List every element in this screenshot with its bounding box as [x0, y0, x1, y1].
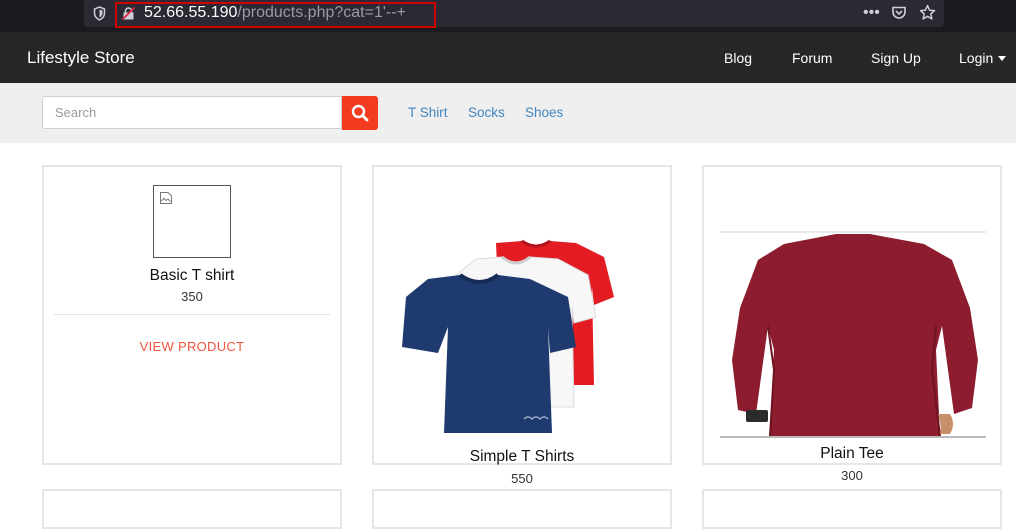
- tshirts-stack-image[interactable]: [398, 235, 648, 437]
- product-name[interactable]: Basic T shirt: [44, 267, 340, 285]
- category-socks[interactable]: Socks: [468, 105, 505, 121]
- product-card: [702, 489, 1002, 529]
- broken-image-icon: [153, 185, 231, 258]
- browser-toolbar: 52.66.55.190/products.php?cat=1'--+ •••: [0, 0, 1016, 32]
- search-button[interactable]: [342, 96, 378, 130]
- more-icon[interactable]: •••: [863, 4, 880, 22]
- site-navbar: Lifestyle Store Blog Forum Sign Up Login: [0, 32, 1016, 83]
- pocket-icon[interactable]: [891, 5, 907, 26]
- product-price: 300: [841, 468, 863, 483]
- shield-icon[interactable]: [93, 6, 106, 21]
- product-card: Simple T Shirts 550: [372, 165, 672, 486]
- product-price: 550: [511, 471, 533, 486]
- url-text[interactable]: 52.66.55.190/products.php?cat=1'--+: [144, 4, 406, 22]
- search-icon: [351, 104, 369, 122]
- lock-warning-icon[interactable]: [121, 6, 136, 21]
- product-card: Basic T shirt 350 VIEW PRODUCT: [42, 165, 342, 465]
- product-card: Plain Tee 300: [702, 165, 1002, 483]
- url-path: /products.php?cat=1'--+: [237, 4, 406, 21]
- product-name[interactable]: Plain Tee: [704, 445, 1000, 463]
- product-price: 350: [181, 289, 203, 304]
- category-shoes[interactable]: Shoes: [525, 105, 563, 121]
- star-icon[interactable]: [919, 4, 936, 26]
- nav-forum[interactable]: Forum: [792, 50, 832, 66]
- product-card: [42, 489, 342, 529]
- search-input[interactable]: [42, 96, 342, 129]
- nav-login-label: Login: [959, 50, 994, 66]
- product-name[interactable]: Simple T Shirts: [374, 448, 670, 466]
- nav-sign-up[interactable]: Sign Up: [871, 50, 921, 66]
- nav-blog[interactable]: Blog: [724, 50, 752, 66]
- category-t-shirt[interactable]: T Shirt: [408, 105, 448, 121]
- nav-login-dropdown[interactable]: Login: [959, 50, 1007, 66]
- maroon-longsleeve-image[interactable]: [718, 230, 988, 440]
- card-divider: [54, 314, 330, 315]
- caret-down-icon: [998, 56, 1007, 61]
- view-product-button[interactable]: VIEW PRODUCT: [44, 339, 340, 354]
- search-bar-section: T Shirt Socks Shoes: [0, 83, 1016, 143]
- url-host: 52.66.55.190: [144, 4, 238, 21]
- product-card: [372, 489, 672, 529]
- brand-logo[interactable]: Lifestyle Store: [27, 49, 135, 67]
